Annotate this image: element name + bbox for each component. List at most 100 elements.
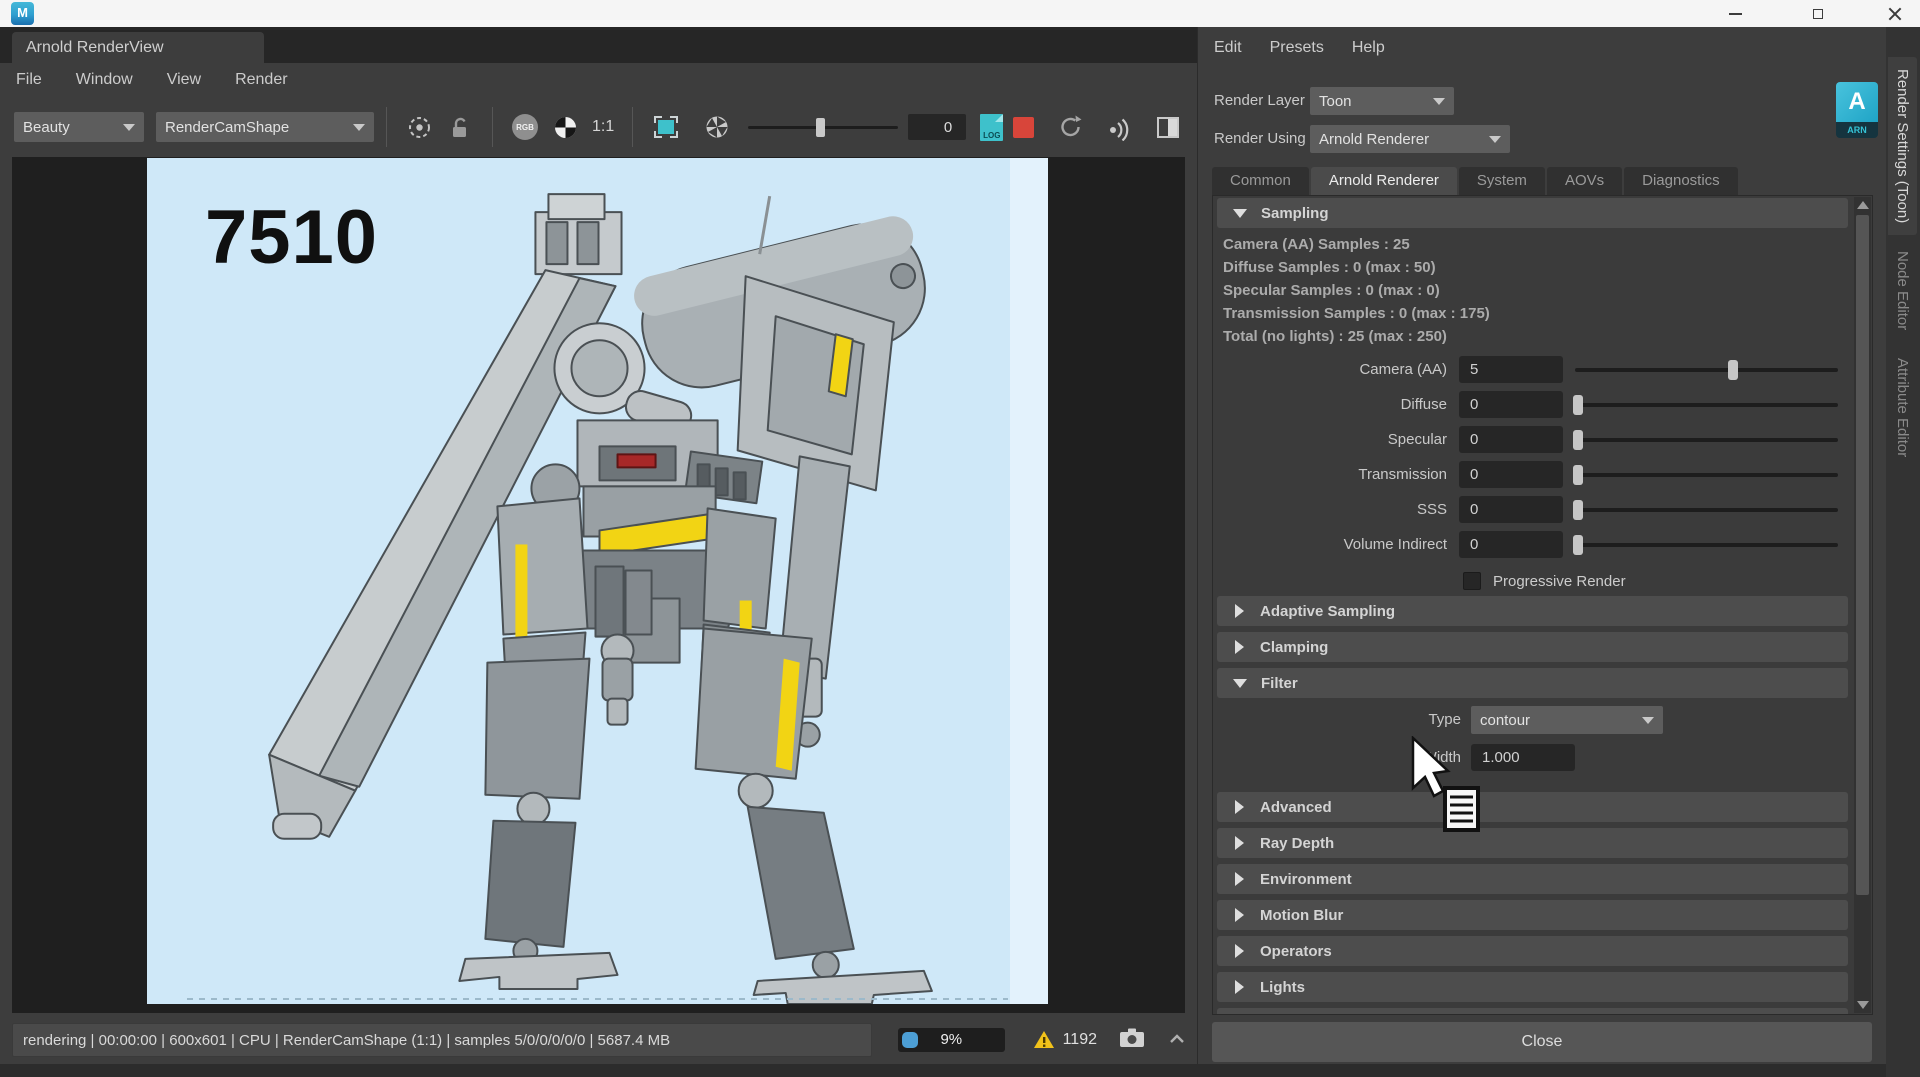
sss-slider[interactable]	[1572, 500, 1838, 520]
camera-aa-field[interactable]: 5	[1459, 356, 1563, 383]
slider-handle[interactable]	[1572, 535, 1583, 555]
sss-field[interactable]: 0	[1459, 496, 1563, 523]
close-settings-button[interactable]: Close	[1212, 1022, 1872, 1062]
lock-icon[interactable]	[447, 114, 473, 141]
menu-view[interactable]: View	[167, 71, 201, 89]
section-textures[interactable]: Textures	[1217, 1008, 1848, 1016]
side-tab-node-editor[interactable]: Node Editor	[1888, 239, 1917, 342]
tab-common[interactable]: Common	[1212, 167, 1309, 195]
render-using-dropdown[interactable]: Arnold Renderer	[1310, 125, 1510, 153]
window-close-button[interactable]	[1872, 0, 1918, 27]
section-label: Filter	[1261, 674, 1298, 692]
exposure-slider[interactable]	[748, 117, 899, 137]
diffuse-field[interactable]: 0	[1459, 391, 1563, 418]
rendered-image[interactable]: 7510	[147, 158, 1048, 1004]
volume-indirect-field[interactable]: 0	[1459, 531, 1563, 558]
tab-diagnostics[interactable]: Diagnostics	[1624, 167, 1738, 195]
stop-render-button[interactable]	[1013, 116, 1034, 138]
specular-field[interactable]: 0	[1459, 426, 1563, 453]
zoom-ratio-label[interactable]: 1:1	[592, 118, 614, 136]
section-lights[interactable]: Lights	[1217, 972, 1848, 1002]
window-titlebar: M	[0, 0, 1920, 27]
section-sampling[interactable]: Sampling	[1217, 198, 1848, 228]
section-clamping[interactable]: Clamping	[1217, 632, 1848, 662]
log-label: LOG	[983, 130, 1001, 140]
transmission-slider[interactable]	[1572, 465, 1838, 485]
snapshot-camera-icon[interactable]	[1119, 1027, 1145, 1053]
exposure-field[interactable]: 0	[908, 114, 967, 140]
specular-slider[interactable]	[1572, 430, 1838, 450]
ipr-broadcast-icon[interactable]	[1106, 113, 1136, 141]
slider-handle[interactable]	[1572, 500, 1583, 520]
settings-scrollbar[interactable]	[1854, 197, 1871, 1013]
section-motion-blur[interactable]: Motion Blur	[1217, 900, 1848, 930]
slider-handle[interactable]	[1572, 465, 1583, 485]
filter-type-value: contour	[1480, 711, 1531, 729]
camera-dropdown[interactable]: RenderCamShape	[156, 112, 374, 142]
collapse-statusbar-chevron[interactable]	[1169, 1031, 1185, 1049]
slider-handle[interactable]	[1572, 395, 1583, 415]
expand-triangle-icon	[1235, 800, 1244, 814]
side-tab-render-settings[interactable]: Render Settings (Toon)	[1888, 57, 1917, 236]
side-tab-attribute-editor[interactable]: Attribute Editor	[1888, 346, 1917, 469]
aperture-icon[interactable]	[703, 113, 731, 141]
warning-icon[interactable]	[1033, 1030, 1055, 1050]
section-filter[interactable]: Filter	[1217, 668, 1848, 698]
tab-system[interactable]: System	[1458, 167, 1545, 195]
crop-region-icon[interactable]	[652, 113, 680, 141]
volume-indirect-slider[interactable]	[1572, 535, 1838, 555]
section-advanced[interactable]: Advanced	[1217, 792, 1848, 822]
slider-handle[interactable]	[1727, 360, 1738, 380]
settings-scroll-area[interactable]: Sampling Camera (AA) Samples : 25 Diffus…	[1212, 195, 1873, 1015]
render-progress-bar: 9%	[898, 1028, 1005, 1052]
section-adaptive-sampling[interactable]: Adaptive Sampling	[1217, 596, 1848, 626]
filter-type-dropdown[interactable]: contour	[1471, 706, 1663, 734]
window-minimize-button[interactable]	[1712, 0, 1758, 27]
transmission-field[interactable]: 0	[1459, 461, 1563, 488]
exposure-slider-handle[interactable]	[815, 117, 825, 137]
diffuse-slider[interactable]	[1572, 395, 1838, 415]
section-ray-depth[interactable]: Ray Depth	[1217, 828, 1848, 858]
render-layer-dropdown[interactable]: Toon	[1310, 87, 1454, 115]
render-viewport[interactable]: 7510	[12, 157, 1185, 1013]
param-label: Specular	[1387, 431, 1447, 448]
display-mode-value: Beauty	[23, 118, 70, 136]
menu-render[interactable]: Render	[235, 71, 287, 89]
refresh-render-icon[interactable]	[1057, 113, 1085, 141]
slider-handle[interactable]	[1572, 430, 1583, 450]
camera-aa-slider[interactable]	[1575, 360, 1838, 380]
rgb-channels-icon[interactable]: RGB	[512, 114, 538, 140]
tab-aovs[interactable]: AOVs	[1546, 167, 1623, 195]
section-operators[interactable]: Operators	[1217, 936, 1848, 966]
expand-triangle-icon	[1235, 836, 1244, 850]
display-mode-dropdown[interactable]: Beauty	[14, 112, 144, 142]
camera-value: RenderCamShape	[165, 118, 290, 136]
menu-help[interactable]: Help	[1352, 39, 1385, 57]
log-view-icon[interactable]: LOG	[980, 113, 1004, 141]
tab-arnold-renderview[interactable]: Arnold RenderView	[12, 32, 264, 63]
warning-count[interactable]: 1192	[1063, 1031, 1097, 1049]
section-label: Clamping	[1260, 638, 1329, 656]
progressive-render-checkbox[interactable]	[1463, 572, 1481, 590]
scroll-down-arrow-icon[interactable]	[1857, 1001, 1869, 1009]
minimize-icon	[1728, 12, 1742, 15]
snapshot-target-icon[interactable]	[406, 114, 433, 141]
arnold-renderview-pane: Arnold RenderView File Window View Rende…	[0, 27, 1197, 1077]
window-restore-button[interactable]	[1795, 0, 1841, 27]
menu-edit[interactable]: Edit	[1214, 39, 1242, 57]
section-environment[interactable]: Environment	[1217, 864, 1848, 894]
chevron-down-icon	[1433, 97, 1445, 105]
tab-arnold-renderer[interactable]: Arnold Renderer	[1310, 167, 1457, 195]
background-checker-icon[interactable]	[552, 114, 579, 141]
cursor-arrow-icon	[1411, 735, 1451, 798]
section-label: Sampling	[1261, 204, 1329, 222]
section-label: Textures	[1260, 1015, 1321, 1016]
menu-file[interactable]: File	[16, 71, 42, 89]
scrollbar-thumb[interactable]	[1856, 215, 1869, 895]
menu-window[interactable]: Window	[76, 71, 133, 89]
scroll-up-arrow-icon[interactable]	[1857, 201, 1869, 209]
split-ab-view-icon[interactable]	[1157, 116, 1179, 138]
collapse-triangle-icon	[1233, 678, 1247, 688]
expand-triangle-icon	[1235, 944, 1244, 958]
menu-presets[interactable]: Presets	[1270, 39, 1324, 57]
